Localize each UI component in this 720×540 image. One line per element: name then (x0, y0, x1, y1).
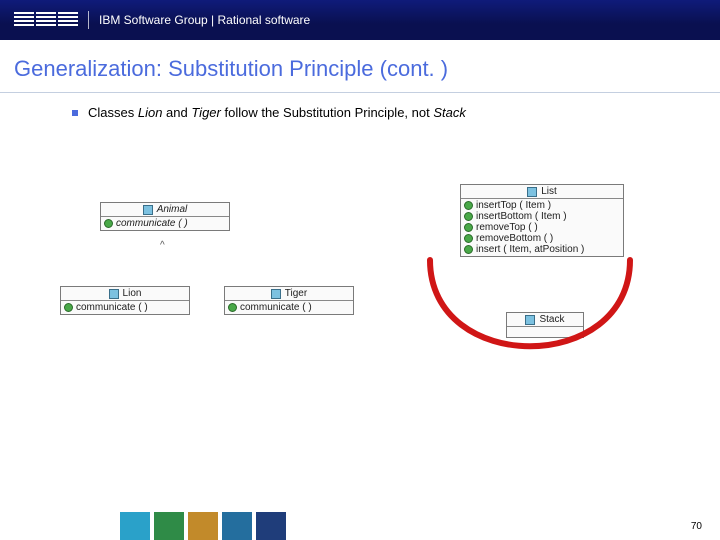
uml-class-stack: Stack (506, 312, 584, 338)
operation-label: communicate ( ) (240, 302, 312, 313)
operation-icon (464, 212, 473, 221)
uml-class-tiger: Tiger communicate ( ) (224, 286, 354, 315)
bullet-icon (72, 110, 78, 116)
page-title: Generalization: Substitution Principle (… (0, 40, 720, 93)
diagram-area: Animal communicate ( ) ^ Lion communicat… (0, 170, 720, 540)
operation-label: communicate ( ) (116, 218, 188, 229)
class-name: Tiger (285, 288, 307, 299)
uml-class-lion: Lion communicate ( ) (60, 286, 190, 315)
ibm-logo (14, 12, 78, 28)
operation-label: insert ( Item, atPosition ) (476, 244, 584, 255)
bullet-item: Classes Lion and Tiger follow the Substi… (0, 105, 720, 120)
operation-label: communicate ( ) (76, 302, 148, 313)
class-icon (143, 205, 153, 215)
operation-icon (464, 245, 473, 254)
header-bar: IBM Software Group | Rational software (0, 0, 720, 40)
operation-icon (464, 201, 473, 210)
operation-label: insertTop ( Item ) (476, 200, 551, 211)
operation-label: removeTop ( ) (476, 222, 538, 233)
class-icon (271, 289, 281, 299)
class-icon (525, 315, 535, 325)
class-icon (109, 289, 119, 299)
operation-label: removeBottom ( ) (476, 233, 553, 244)
operation-icon (64, 303, 73, 312)
class-name: Stack (539, 314, 564, 325)
operation-icon (464, 234, 473, 243)
operation-icon (228, 303, 237, 312)
class-name: List (541, 186, 557, 197)
class-name: Lion (123, 288, 142, 299)
footer-bar: 70 (0, 512, 720, 540)
header-text: IBM Software Group | Rational software (99, 13, 310, 27)
class-icon (527, 187, 537, 197)
class-name: Animal (157, 204, 188, 215)
operation-icon (104, 219, 113, 228)
operation-icon (464, 223, 473, 232)
uml-class-animal: Animal communicate ( ) (100, 202, 230, 231)
generalization-caret: ^ (160, 240, 165, 251)
header-divider (88, 11, 89, 29)
page-number: 70 (691, 521, 720, 532)
operation-label: insertBottom ( Item ) (476, 211, 567, 222)
bullet-text: Classes Lion and Tiger follow the Substi… (88, 105, 466, 120)
footer-graphic-strip (0, 512, 286, 540)
uml-class-list: List insertTop ( Item ) insertBottom ( I… (460, 184, 624, 257)
